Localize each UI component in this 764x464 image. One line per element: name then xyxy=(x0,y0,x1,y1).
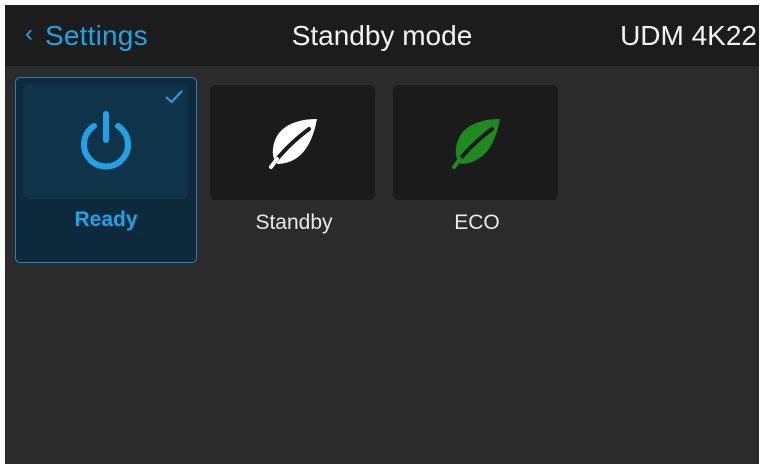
mode-icon-box xyxy=(393,85,558,200)
leaf-icon xyxy=(268,118,317,169)
leaf-icon xyxy=(451,118,500,169)
mode-tile-ready[interactable]: Ready xyxy=(15,77,197,263)
mode-icon-box xyxy=(210,85,375,200)
back-label: Settings xyxy=(45,19,148,51)
back-button[interactable]: ‹ Settings xyxy=(25,5,148,66)
power-icon xyxy=(80,110,131,169)
header-bar: ‹ Settings Standby mode UDM 4K22 xyxy=(5,5,759,66)
mode-tile-standby[interactable]: Standby xyxy=(203,77,385,263)
standby-mode-screen: ‹ Settings Standby mode UDM 4K22 Ready S… xyxy=(5,5,759,464)
chevron-left-icon: ‹ xyxy=(25,19,33,47)
device-name: UDM 4K22 xyxy=(620,19,757,51)
checkmark-icon xyxy=(165,90,183,103)
mode-label-standby: Standby xyxy=(255,211,333,234)
mode-icon-box xyxy=(23,84,188,199)
mode-tile-eco[interactable]: ECO xyxy=(386,77,568,263)
mode-label-ready: Ready xyxy=(74,208,138,231)
mode-label-eco: ECO xyxy=(454,211,500,234)
